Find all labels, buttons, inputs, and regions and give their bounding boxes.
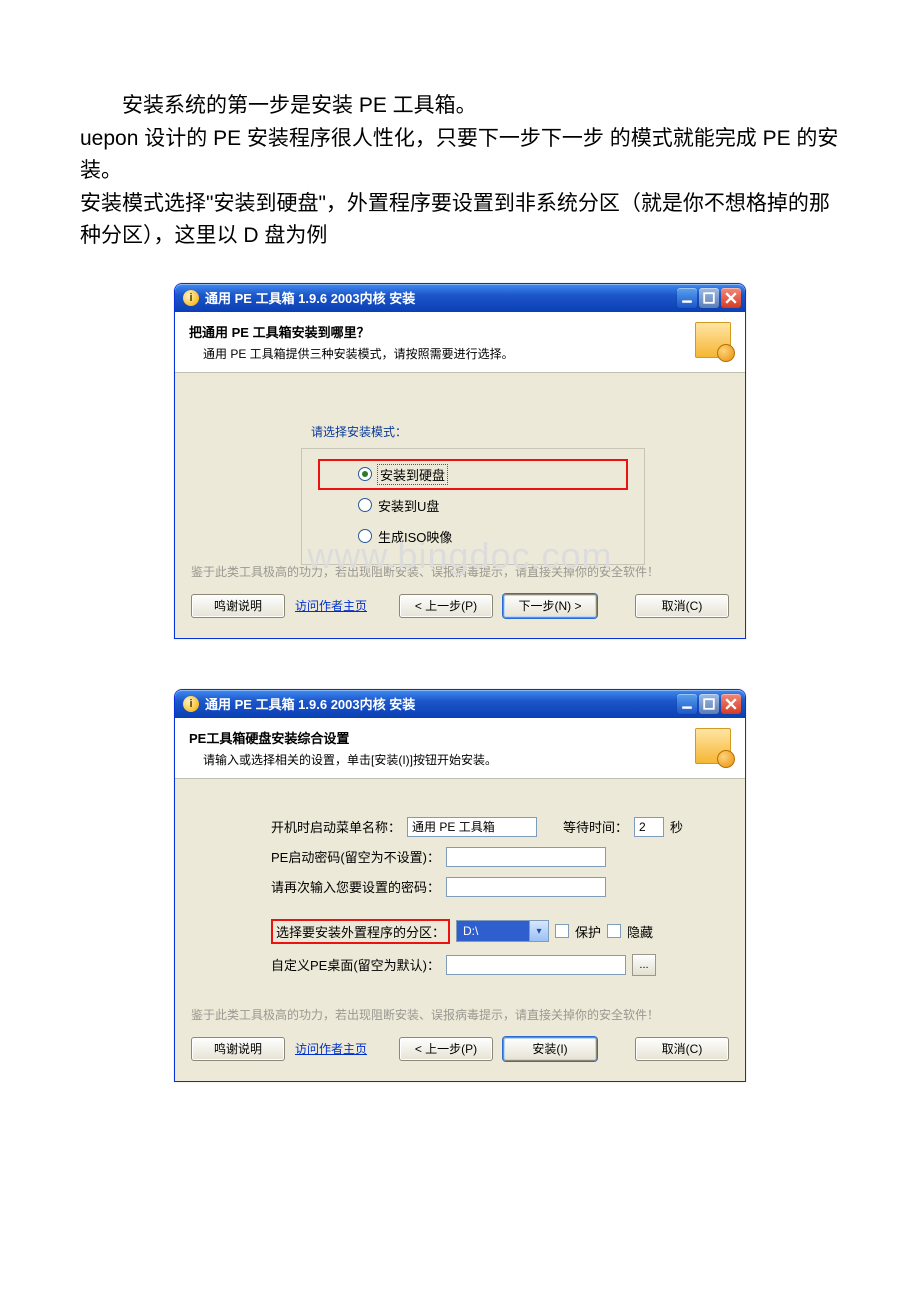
checkbox-protect[interactable] [555, 924, 569, 938]
cancel-button[interactable]: 取消(C) [635, 594, 729, 618]
thanks-button[interactable]: 鸣谢说明 [191, 594, 285, 618]
installer-window-step-mode: i 通用 PE 工具箱 1.9.6 2003内核 安装 把通用 PE 工具箱安装… [174, 283, 746, 639]
combo-partition-value: D:\ [457, 921, 529, 941]
install-mode-label: 请选择安装模式： [311, 423, 729, 440]
window-titlebar[interactable]: i 通用 PE 工具箱 1.9.6 2003内核 安装 [175, 284, 745, 312]
doc-paragraph-3: 安装模式选择"安装到硬盘"，外置程序要设置到非系统分区（就是你不想格掉的那种分区… [80, 188, 840, 253]
label-hide: 隐藏 [627, 922, 653, 941]
next-button[interactable]: 下一步(N) > [503, 594, 597, 618]
label-protect: 保护 [575, 922, 601, 941]
label-password-2: 请再次输入您要设置的密码： [271, 877, 440, 896]
wizard-header-title: 把通用 PE 工具箱安装到哪里？ [189, 322, 687, 341]
label-desktop: 自定义PE桌面(留空为默认)： [271, 955, 440, 974]
input-password-2[interactable] [446, 877, 606, 897]
cancel-button[interactable]: 取消(C) [635, 1037, 729, 1061]
input-password-1[interactable] [446, 847, 606, 867]
input-boot-menu-name[interactable]: 通用 PE 工具箱 [407, 817, 537, 837]
maximize-button [699, 288, 719, 308]
radio-install-to-hdd[interactable]: 安装到硬盘 [318, 459, 628, 490]
wizard-header-subtitle: 通用 PE 工具箱提供三种安装模式，请按照需要进行选择。 [189, 345, 687, 362]
row-desktop: 自定义PE桌面(留空为默认)： ... [191, 954, 729, 976]
wizard-header: PE工具箱硬盘安装综合设置 请输入或选择相关的设置，单击[安装(I)]按钮开始安… [175, 718, 745, 779]
label-password-1: PE启动密码(留空为不设置)： [271, 847, 440, 866]
row-password-1: PE启动密码(留空为不设置)： [191, 847, 729, 867]
radio-icon [358, 529, 372, 543]
window-titlebar[interactable]: i 通用 PE 工具箱 1.9.6 2003内核 安装 [175, 690, 745, 718]
row-boot-menu: 开机时启动菜单名称： 通用 PE 工具箱 等待时间： 2 秒 [191, 817, 729, 837]
combo-partition[interactable]: D:\ ▾ [456, 920, 549, 942]
radio-label: 安装到硬盘 [378, 465, 447, 484]
radio-install-to-usb[interactable]: 安装到U盘 [318, 490, 628, 521]
installer-window-step-settings: i 通用 PE 工具箱 1.9.6 2003内核 安装 PE工具箱硬盘安装综合设… [174, 689, 746, 1082]
wizard-footer: 鸣谢说明 访问作者主页 < 上一步(P) 安装(I) 取消(C) [191, 1033, 729, 1071]
window-title: 通用 PE 工具箱 1.9.6 2003内核 安装 [205, 694, 677, 713]
wizard-header-subtitle: 请输入或选择相关的设置，单击[安装(I)]按钮开始安装。 [189, 751, 687, 768]
maximize-button [699, 694, 719, 714]
label-wait-time: 等待时间： [563, 817, 628, 836]
security-note: 鉴于此类工具极高的功力，若出现阻断安装、误报病毒提示，请直接关掉你的安全软件！ [191, 1002, 729, 1033]
wizard-header-icon [695, 322, 731, 358]
wizard-header: 把通用 PE 工具箱安装到哪里？ 通用 PE 工具箱提供三种安装模式，请按照需要… [175, 312, 745, 373]
prev-button[interactable]: < 上一步(P) [399, 594, 493, 618]
radio-icon [358, 498, 372, 512]
minimize-button[interactable] [677, 694, 697, 714]
label-wait-unit: 秒 [670, 817, 683, 836]
input-wait-time[interactable]: 2 [634, 817, 664, 837]
label-partition: 选择要安装外置程序的分区： [271, 919, 450, 944]
label-boot-menu: 开机时启动菜单名称： [271, 817, 401, 836]
security-note: 鉴于此类工具极高的功力，若出现阻断安装、误报病毒提示，请直接关掉你的安全软件！ [191, 559, 729, 590]
minimize-button[interactable] [677, 288, 697, 308]
wizard-header-icon [695, 728, 731, 764]
install-button[interactable]: 安装(I) [503, 1037, 597, 1061]
doc-paragraph-1: 安装系统的第一步是安装 PE 工具箱。 [80, 90, 840, 123]
browse-button[interactable]: ... [632, 954, 656, 976]
author-link[interactable]: 访问作者主页 [295, 597, 367, 614]
close-button[interactable] [721, 694, 741, 714]
window-title: 通用 PE 工具箱 1.9.6 2003内核 安装 [205, 288, 677, 307]
row-password-2: 请再次输入您要设置的密码： [191, 877, 729, 897]
radio-generate-iso[interactable]: 生成ISO映像 [318, 521, 628, 552]
input-desktop-path[interactable] [446, 955, 626, 975]
radio-label: 安装到U盘 [378, 496, 439, 515]
doc-paragraph-2: uepon 设计的 PE 安装程序很人性化，只要下一步下一步 的模式就能完成 P… [80, 123, 840, 188]
install-mode-group: 安装到硬盘 安装到U盘 生成ISO映像 [301, 448, 645, 565]
row-partition: 选择要安装外置程序的分区： D:\ ▾ 保护 隐藏 [191, 919, 729, 944]
radio-icon [358, 467, 372, 481]
wizard-header-title: PE工具箱硬盘安装综合设置 [189, 728, 687, 747]
radio-label: 生成ISO映像 [378, 527, 452, 546]
author-link[interactable]: 访问作者主页 [295, 1040, 367, 1057]
close-button[interactable] [721, 288, 741, 308]
app-icon: i [183, 696, 199, 712]
thanks-button[interactable]: 鸣谢说明 [191, 1037, 285, 1061]
chevron-down-icon: ▾ [529, 921, 548, 941]
wizard-footer: 鸣谢说明 访问作者主页 < 上一步(P) 下一步(N) > 取消(C) [191, 590, 729, 628]
prev-button[interactable]: < 上一步(P) [399, 1037, 493, 1061]
app-icon: i [183, 290, 199, 306]
checkbox-hide[interactable] [607, 924, 621, 938]
